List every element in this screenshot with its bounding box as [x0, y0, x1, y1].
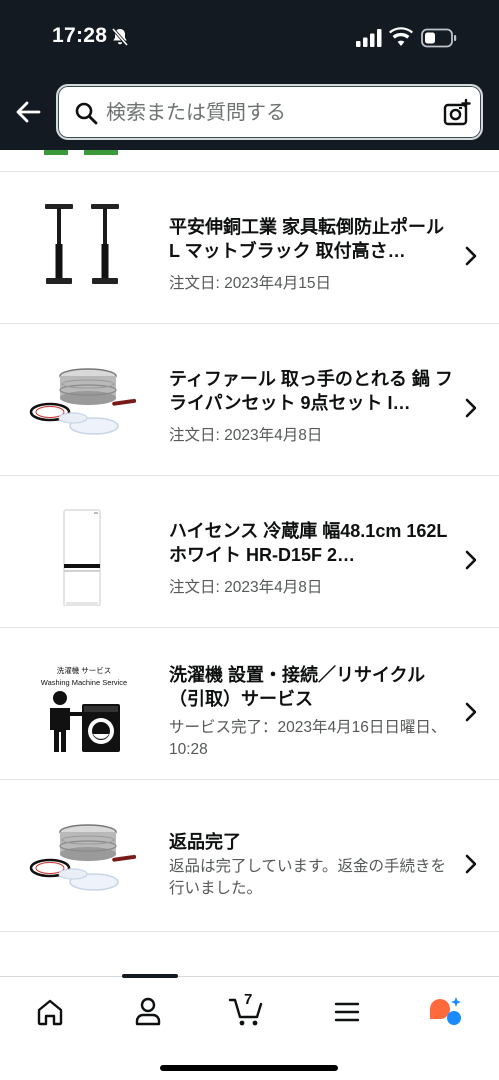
order-title: 平安伸銅工業 家具転倒防止ポール L マットブラック 取付高さ… [169, 217, 444, 261]
cart-button[interactable]: 7 [226, 991, 270, 1031]
return-status: 返品は完了しています。返金の手続きを行いました。 [169, 858, 446, 897]
order-date: 注文日: 2023年4月8日 [169, 427, 323, 444]
battery-icon [421, 28, 457, 48]
camera-search-icon[interactable] [442, 98, 472, 128]
active-tab-indicator [122, 974, 178, 978]
search-input[interactable] [106, 96, 426, 130]
home-icon[interactable] [28, 991, 72, 1031]
chevron-right-icon [465, 854, 477, 874]
wifi-icon [389, 27, 413, 46]
order-title: ハイセンス 冷蔵庫 幅48.1cm 162L ホワイト HR-D15F 2… [169, 521, 448, 565]
account-icon[interactable] [126, 991, 170, 1031]
order-list: 平安伸銅工業 家具転倒防止ポール L マットブラック 取付高さ… 注文日: 20… [0, 150, 499, 976]
cellular-signal-icon [356, 29, 382, 47]
order-title: ティファール 取っ手のとれる 鍋 フライパンセット 9点セット I… [169, 369, 453, 413]
search-icon [75, 102, 98, 125]
order-status: サービス完了：2023年4月16日日曜日、10:28 [169, 719, 447, 758]
refrigerator-icon [63, 509, 101, 606]
bell-muted-icon [111, 27, 129, 47]
back-arrow-icon[interactable] [13, 97, 43, 127]
thumbnail-caption-en: Washing Machine Service [40, 678, 128, 687]
order-date: 注文日: 2023年4月8日 [169, 579, 323, 596]
status-bar: 17:28 [0, 0, 499, 75]
washing-machine-service-icon [50, 691, 120, 752]
thumbnail-caption-jp: 洗濯機 サービス [56, 666, 112, 675]
chevron-right-icon [465, 702, 477, 722]
order-title: 返品完了 [169, 832, 241, 852]
cookware-set-icon [29, 824, 137, 891]
order-title: 洗濯機 設置・接続／リサイクル（引取）サービス [169, 665, 426, 709]
list-item-partial [0, 932, 499, 976]
assistant-icon[interactable] [423, 991, 467, 1031]
order-date: 注文日: 2023年4月15日 [169, 275, 331, 292]
chevron-right-icon [465, 398, 477, 418]
washing-machine-service-thumbnail: 洗濯機 サービス Washing Machine Service [22, 638, 146, 762]
furniture-pole-icon [45, 204, 119, 284]
home-indicator [160, 1065, 338, 1071]
order-row[interactable]: 返品完了 返品は完了しています。返金の手続きを行いました。 [0, 780, 499, 932]
order-row[interactable]: 洗濯機 サービス Washing Machine Service 洗濯機 設置・… [0, 628, 499, 780]
menu-icon[interactable] [325, 991, 369, 1031]
order-row[interactable]: 平安伸銅工業 家具転倒防止ポール L マットブラック 取付高さ… 注文日: 20… [0, 172, 499, 324]
order-row[interactable]: ティファール 取っ手のとれる 鍋 フライパンセット 9点セット I… 注文日: … [0, 324, 499, 476]
app-header: 17:28 [0, 0, 499, 150]
chevron-right-icon [465, 246, 477, 266]
thumbnail-fragment [44, 150, 68, 155]
chevron-right-icon [465, 550, 477, 570]
bottom-nav: 7 [0, 974, 499, 1080]
order-row[interactable]: ハイセンス 冷蔵庫 幅48.1cm 162L ホワイト HR-D15F 2… 注… [0, 476, 499, 628]
status-time: 17:28 [52, 24, 108, 47]
cart-count: 7 [244, 991, 253, 1008]
cookware-set-icon [29, 368, 137, 435]
list-item-partial [0, 150, 499, 172]
search-bar[interactable] [56, 84, 483, 140]
thumbnail-fragment [84, 150, 118, 155]
